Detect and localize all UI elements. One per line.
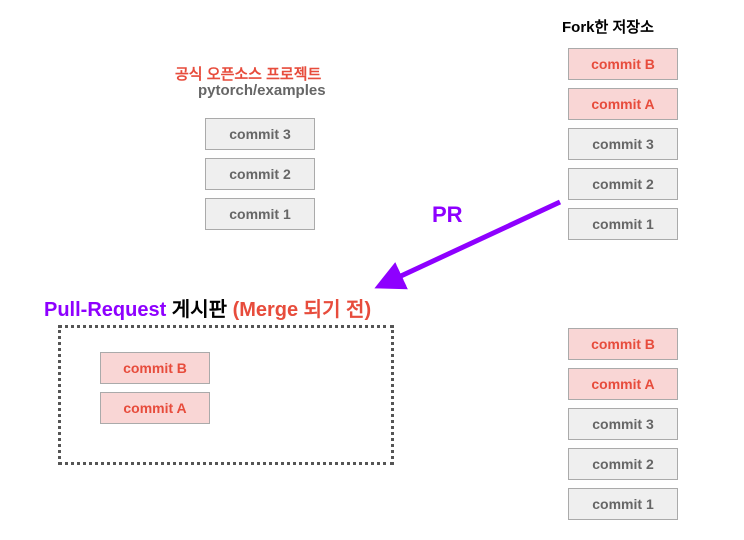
fork-commit: commit 2 bbox=[568, 448, 678, 480]
fork-commit-new: commit B bbox=[568, 48, 678, 80]
fork-commit: commit 3 bbox=[568, 408, 678, 440]
fork-commit-new: commit A bbox=[568, 88, 678, 120]
official-commit: commit 2 bbox=[205, 158, 315, 190]
pr-arrow-icon bbox=[370, 190, 570, 300]
official-commit: commit 1 bbox=[205, 198, 315, 230]
fork-repo-title: Fork한 저장소 bbox=[562, 16, 654, 37]
pr-board-suffix: (Merge 되기 전) bbox=[233, 299, 372, 321]
fork-commit-new: commit A bbox=[568, 368, 678, 400]
official-commit: commit 3 bbox=[205, 118, 315, 150]
fork-commit: commit 1 bbox=[568, 488, 678, 520]
pr-board-prefix: Pull-Request bbox=[44, 299, 172, 321]
fork-commit-new: commit B bbox=[568, 328, 678, 360]
pr-commit: commit A bbox=[100, 392, 210, 424]
official-project-subtitle: pytorch/examples bbox=[198, 82, 326, 99]
pr-board-mid: 게시판 bbox=[172, 299, 233, 321]
fork-commit: commit 2 bbox=[568, 168, 678, 200]
pr-commit: commit B bbox=[100, 352, 210, 384]
fork-commit: commit 1 bbox=[568, 208, 678, 240]
official-project-title: 공식 오픈소스 프로젝트 bbox=[175, 63, 321, 84]
pr-board-title: Pull-Request 게시판 (Merge 되기 전) bbox=[44, 293, 371, 322]
fork-commit: commit 3 bbox=[568, 128, 678, 160]
